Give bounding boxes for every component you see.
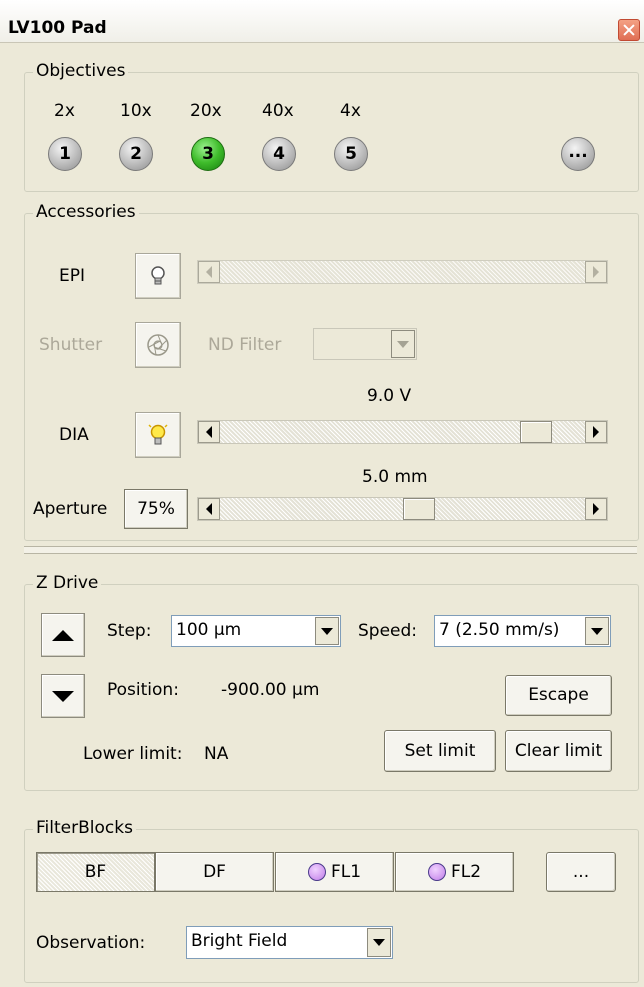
shutter-button[interactable] [135,322,181,368]
position-value: -900.00 µm [221,680,320,700]
arrow-down-icon [52,690,74,702]
close-icon[interactable] [618,19,640,41]
filter-button-df-label: DF [203,862,226,882]
aperture-slider-right-arrow[interactable] [585,498,607,520]
speed-value: 7 (2.50 mm/s) [439,620,560,640]
set-limit-button[interactable]: Set limit [384,730,496,772]
objective-button-1[interactable]: 1 [48,137,82,171]
objective-button-4[interactable]: 4 [262,137,296,171]
filterblocks-legend: FilterBlocks [33,818,136,838]
step-select[interactable]: 100 µm [171,615,341,647]
chevron-down-icon[interactable] [585,617,609,645]
speed-select[interactable]: 7 (2.50 mm/s) [434,615,611,647]
lower-limit-value: NA [204,744,229,764]
objectives-group: Objectives [24,61,639,192]
move-down-button[interactable] [41,674,85,718]
speed-label: Speed: [358,621,418,641]
objective-mag-2: 10x [120,101,152,121]
nd-filter-select[interactable] [313,328,417,360]
observation-label: Observation: [36,933,146,953]
z-drive-legend: Z Drive [33,573,102,593]
objectives-more-button[interactable]: ... [561,137,595,171]
dia-slider-right-arrow[interactable] [585,421,607,443]
move-up-button[interactable] [41,613,85,657]
objective-button-2[interactable]: 2 [119,137,153,171]
nd-filter-label: ND Filter [208,335,282,355]
objective-mag-5: 4x [340,101,361,121]
epi-slider[interactable] [197,260,608,284]
arrow-up-icon [52,629,74,641]
dia-slider-thumb[interactable] [519,421,552,443]
aperture-percent-button[interactable]: 75% [124,489,188,529]
dia-voltage-value: 9.0 V [367,386,412,406]
aperture-slider-thumb[interactable] [403,498,436,520]
filterblocks-more-button[interactable]: ... [546,852,616,892]
aperture-label: Aperture [33,499,108,519]
objective-button-3[interactable]: 3 [191,137,225,171]
epi-label: EPI [59,266,86,286]
observation-select[interactable]: Bright Field [186,926,393,959]
aperture-size-value: 5.0 mm [362,467,428,487]
filter-button-bf[interactable]: BF [36,852,155,892]
chevron-down-icon[interactable] [315,617,339,645]
dia-label: DIA [59,425,89,445]
section-divider[interactable] [24,546,637,554]
filter-button-df[interactable]: DF [155,852,274,892]
shutter-icon [147,334,169,356]
window-title: LV100 Pad [8,18,107,38]
filter-button-fl1-label: FL1 [330,862,362,882]
step-value: 100 µm [176,620,242,640]
filter-button-bf-label: BF [84,862,107,882]
fluorescence-circle-icon [307,863,326,881]
filter-button-fl1[interactable]: FL1 [275,852,394,892]
shutter-label: Shutter [39,335,103,355]
title-bar: LV100 Pad [0,0,644,43]
dia-lamp-button[interactable] [135,412,181,458]
position-label: Position: [107,680,179,700]
objective-mag-1: 2x [54,101,75,121]
filter-button-fl2-label: FL2 [450,862,482,882]
chevron-down-icon[interactable] [391,330,415,358]
epi-lamp-button[interactable] [135,253,181,299]
dia-slider-left-arrow[interactable] [198,421,220,443]
observation-value: Bright Field [191,931,288,951]
accessories-legend: Accessories [33,202,139,222]
objectives-legend: Objectives [33,61,129,81]
filter-button-fl2[interactable]: FL2 [395,852,514,892]
aperture-slider-left-arrow[interactable] [198,498,220,520]
lightbulb-icon [148,424,168,445]
step-label: Step: [107,621,152,641]
objective-mag-4: 40x [262,101,294,121]
lamp-icon [151,266,165,285]
lower-limit-label: Lower limit: [83,744,183,764]
aperture-slider[interactable] [197,497,608,521]
objective-mag-3: 20x [190,101,222,121]
epi-slider-right-arrow[interactable] [585,261,607,283]
objective-button-5[interactable]: 5 [334,137,368,171]
clear-limit-button[interactable]: Clear limit [505,730,612,772]
chevron-down-icon[interactable] [367,928,391,957]
epi-slider-left-arrow[interactable] [198,261,220,283]
dia-slider[interactable] [197,420,608,444]
fluorescence-circle-icon [427,863,446,881]
escape-button[interactable]: Escape [505,675,612,716]
